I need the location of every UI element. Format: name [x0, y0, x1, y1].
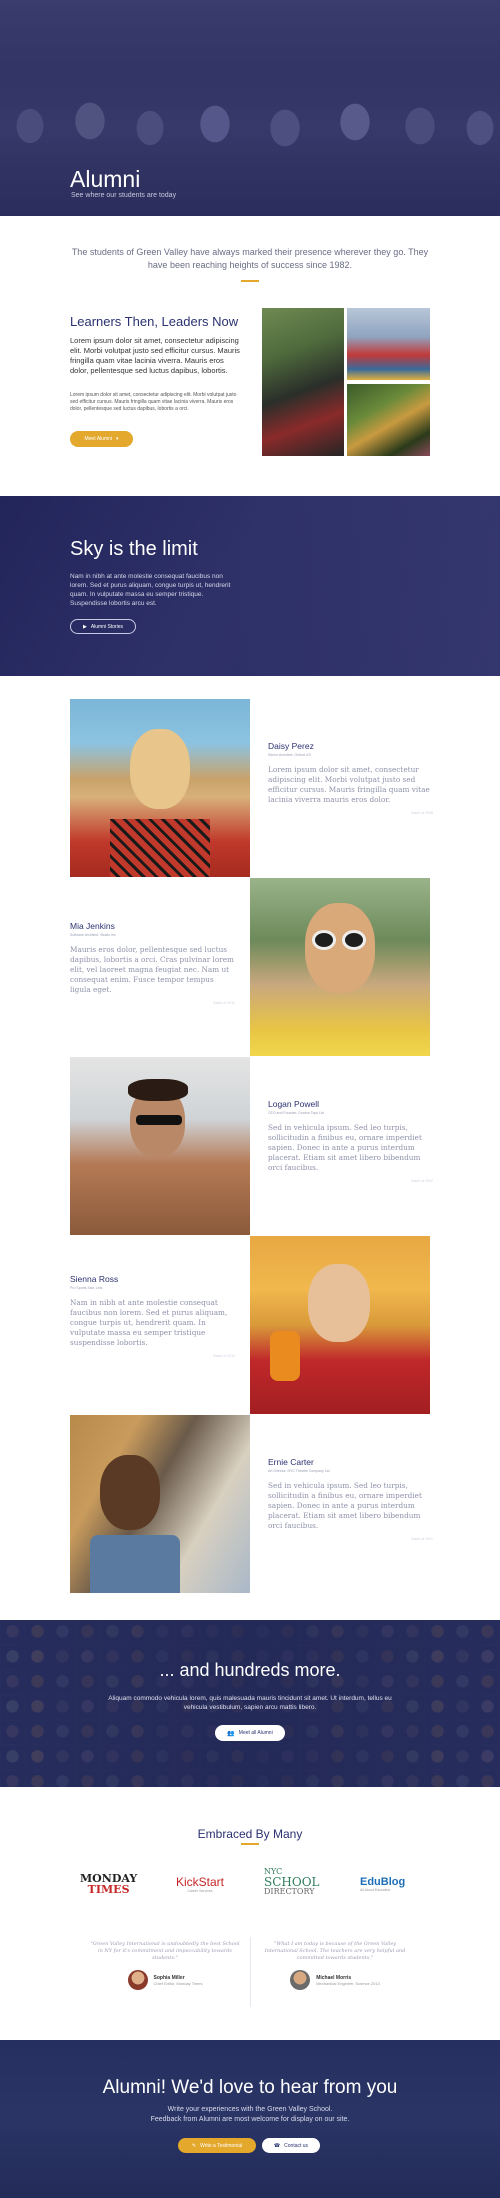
- meet-all-alumni-label: Meet all Alumni: [238, 1730, 273, 1736]
- contact-us-label: Contact us: [284, 2142, 309, 2149]
- alumni-profiles: Daisy Perez Senior Architect, Oxford US …: [0, 699, 500, 1599]
- logo-text: SCHOOL: [264, 1875, 320, 1889]
- sky-title: Sky is the limit: [70, 538, 198, 560]
- testimonial-author: Sophia Miller Chief Editor, Monday Times: [90, 1970, 240, 1990]
- testimonial-quote: "What I am today is because of the Green…: [264, 1941, 406, 1961]
- logo-text: EduBlog: [360, 1876, 406, 1888]
- group-photo-3: [347, 384, 430, 456]
- contact-us-button[interactable]: ☎ Contact us: [262, 2138, 320, 2153]
- page-subtitle: See where our students are today: [71, 192, 177, 199]
- group-photo-1: [262, 308, 344, 456]
- daisy-photo: [70, 699, 250, 877]
- mia-photo: [250, 878, 430, 1056]
- cta-text: Write your experiences with the Green Va…: [0, 2105, 500, 2125]
- alumni-stories-label: Alumni Stories: [90, 623, 124, 630]
- leaders-paragraph-small: Lorem ipsum dolor sit amet, consectetur …: [70, 392, 237, 412]
- logo-text: KickStart: [176, 1875, 225, 1889]
- monday-times-logo: MONDAY TIMES: [80, 1873, 137, 1895]
- embraced-section: Embraced By Many MONDAY TIMES KickStart …: [0, 1787, 500, 2040]
- leaders-title: Learners Then, Leaders Now: [70, 314, 239, 329]
- write-testimonial-label: Write a Testimonial: [200, 2142, 243, 2149]
- divider: [241, 1843, 259, 1845]
- leaders-paragraph: Lorem ipsum dolor sit amet, consectetur …: [70, 336, 240, 375]
- profile-quote: Nam in nibh at ante molestie consequat f…: [70, 1298, 228, 1347]
- meet-alumni-button[interactable]: Meet Alumni ▾: [70, 431, 133, 447]
- profile-quote: Mauris eros dolor, pellentesque sed luct…: [70, 945, 234, 994]
- profile-name: Sienna Ross: [70, 1274, 119, 1284]
- phone-icon: ☎: [273, 2142, 281, 2149]
- profile-title: CEO and Founder, Gordon Tops Ltd: [268, 1111, 324, 1115]
- testimonial-quote: "Green Valley International is undoubted…: [90, 1941, 240, 1961]
- chevron-down-icon: ▾: [116, 436, 119, 442]
- profile-title: Senior Architect, Oxford US: [268, 753, 311, 757]
- divider: [250, 1937, 251, 2007]
- profile-title: Software Architect, Studio Inc: [70, 933, 116, 937]
- profile-batch: Batch of 2010: [213, 1354, 235, 1358]
- group-photo-2: [347, 308, 430, 380]
- more-title: ... and hundreds more.: [159, 1660, 341, 1680]
- profile-name: Ernie Carter: [268, 1457, 314, 1467]
- profile-name: Daisy Perez: [268, 741, 314, 751]
- hero-banner: Alumni See where our students are today: [0, 0, 500, 216]
- testimonial-author: Michael Morris Mechanical Engineer, Scie…: [260, 1970, 410, 1990]
- meet-alumni-label: Meet Alumni: [84, 436, 112, 442]
- kickstart-logo: KickStart Career Services: [176, 1875, 224, 1893]
- leaders-section: Learners Then, Leaders Now Lorem ipsum d…: [0, 216, 500, 496]
- logo-text: DIRECTORY: [264, 1887, 315, 1896]
- profile-name: Logan Powell: [268, 1099, 320, 1109]
- profile-quote: Sed in vehicula ipsum. Sed leo turpis, s…: [268, 1123, 422, 1172]
- edublog-logo: EduBlog All About Education: [360, 1876, 405, 1892]
- sky-section: Sky is the limit Nam in nibh at ante mol…: [0, 496, 500, 676]
- more-alumni-section: ... and hundreds more. Aliquam commodo v…: [0, 1620, 500, 1787]
- profile-card: Mia Jenkins Software Architect, Studio I…: [70, 921, 235, 1005]
- pencil-icon: ✎: [191, 2142, 197, 2149]
- write-testimonial-button[interactable]: ✎ Write a Testimonial: [178, 2138, 256, 2153]
- avatar: [290, 1970, 311, 1990]
- embraced-title: Embraced By Many: [197, 1827, 303, 1841]
- sienna-photo: [250, 1236, 430, 1414]
- contact-cta-section: Alumni! We'd love to hear from you Write…: [0, 2040, 500, 2198]
- profile-name: Mia Jenkins: [70, 921, 115, 931]
- profile-card: Daisy Perez Senior Architect, Oxford US …: [268, 741, 433, 815]
- logo-text: Career Services: [187, 1889, 213, 1893]
- alumni-stories-button[interactable]: ▶ Alumni Stories: [70, 619, 136, 634]
- profile-batch: Batch of 2002: [411, 1179, 433, 1183]
- profile-card: Ernie Carter Art Director, NYC Theatre C…: [268, 1457, 433, 1541]
- testimonial: "Green Valley International is undoubted…: [90, 1941, 240, 1990]
- profile-batch: Batch of 2012: [213, 1001, 235, 1005]
- profile-title: Pro Sports Star, Lets: [70, 1286, 103, 1290]
- profile-card: Logan Powell CEO and Founder, Gordon Top…: [268, 1099, 433, 1183]
- sky-text: Nam in nibh at ante molestie consequat f…: [70, 573, 231, 607]
- page-title: Alumni: [70, 166, 141, 192]
- profile-card: Sienna Ross Pro Sports Star, Lets Nam in…: [70, 1274, 235, 1358]
- logan-photo: [70, 1057, 250, 1235]
- ernie-photo: [70, 1415, 250, 1593]
- profile-batch: Batch of 2008: [411, 811, 433, 815]
- avatar: [127, 1970, 148, 1990]
- alumni-photo-mosaic: [262, 308, 430, 456]
- logo-text: All About Education: [360, 1888, 391, 1892]
- users-icon: 👥: [227, 1730, 235, 1737]
- meet-all-alumni-button[interactable]: 👥 Meet all Alumni: [215, 1725, 285, 1741]
- cta-line-2: Feedback from Alumni are most welcome fo…: [150, 2116, 350, 2123]
- nyc-school-directory-logo: NYC SCHOOL DIRECTORY: [264, 1867, 320, 1897]
- profile-quote: Sed in vehicula ipsum. Sed leo turpis, s…: [268, 1481, 422, 1530]
- author-role: Mechanical Engineer, Science 2013: [316, 1980, 380, 1986]
- profile-batch: Batch of 2001: [411, 1537, 433, 1541]
- testimonial: "What I am today is because of the Green…: [260, 1941, 410, 1990]
- logo-text: TIMES: [87, 1883, 130, 1896]
- profile-quote: Lorem ipsum dolor sit amet, consectetur …: [268, 765, 430, 804]
- profile-title: Art Director, NYC Theatre Company Ltd: [268, 1469, 330, 1473]
- more-text: Aliquam commodo vehicula lorem, quis mal…: [108, 1695, 392, 1711]
- cta-title: Alumni! We'd love to hear from you: [102, 2077, 398, 2098]
- play-icon: ▶: [82, 623, 87, 630]
- cta-line-1: Write your experiences with the Green Va…: [167, 2106, 333, 2113]
- author-role: Chief Editor, Monday Times: [153, 1980, 203, 1986]
